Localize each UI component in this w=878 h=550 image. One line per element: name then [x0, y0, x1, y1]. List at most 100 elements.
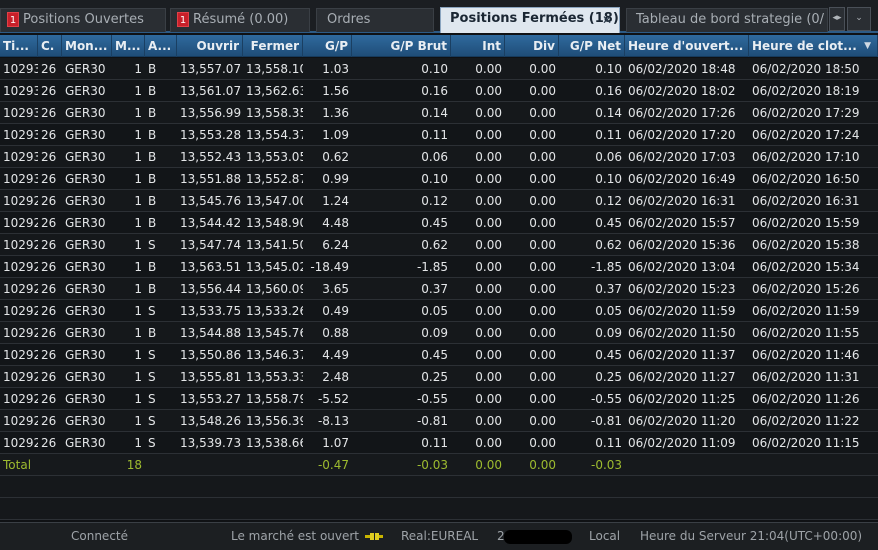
cell-gp-brut: 0.45 [421, 348, 448, 362]
cell-div: 0.00 [529, 194, 556, 208]
col-monnaie[interactable]: Mon... [62, 35, 112, 57]
cell-gp-net: 0.12 [595, 194, 622, 208]
cell-ticket: 10292 [3, 194, 38, 208]
cell-compte: 26 [41, 370, 57, 384]
cell-heure-cloture: 06/02/2020 15:38 [752, 238, 860, 252]
total-int: 0.00 [475, 458, 502, 472]
status-bar: Connecté Le marché est ouvert Real:EUREA… [0, 522, 878, 550]
cell-gp-brut: -0.55 [416, 392, 448, 406]
tab-label: Ordres [327, 12, 371, 27]
cell-ticket: 10293 [3, 62, 38, 76]
cell-fermer: 13,538.66 [246, 436, 303, 450]
cell-gp-net: 0.05 [595, 304, 622, 318]
cell-heure-cloture: 06/02/2020 17:24 [752, 128, 860, 142]
table-row[interactable]: 10292 26 GER30 1 S 13,555.81 13,553.33 2.48 0.25… [0, 366, 878, 388]
table-row[interactable]: 10292 26 GER30 1 S 13,539.73 13,538.66 1.07 0.11… [0, 432, 878, 454]
cell-fermer: 13,545.76 [246, 326, 303, 340]
tab-ordres[interactable]: Ordres [316, 8, 434, 32]
cell-compte: 26 [41, 128, 57, 142]
cell-heure-ouverture: 06/02/2020 11:50 [628, 326, 736, 340]
col-ticket[interactable]: Ti... [0, 35, 38, 57]
market-status: Le marché est ouvert [231, 529, 360, 543]
table-row[interactable]: 10293 26 GER30 1 B 13,556.99 13,558.35 1.36 0.14… [0, 102, 878, 124]
cell-gp-brut: 0.12 [421, 194, 448, 208]
sort-down-icon: ▼ [864, 41, 871, 51]
cell-montant: 1 [134, 282, 142, 296]
col-gp-net[interactable]: G/P Net [559, 35, 625, 57]
cell-fermer: 13,548.90 [246, 216, 303, 230]
chevron-down-icon[interactable]: ⌄ [847, 7, 871, 31]
cell-compte: 26 [41, 436, 57, 450]
table-row[interactable]: 10293 26 GER30 1 B 13,561.07 13,562.63 1.56 0.16… [0, 80, 878, 102]
positions-window: 1 Positions Ouvertes 1 Résumé (0.00) Ordre… [0, 0, 878, 550]
tab-bar: 1 Positions Ouvertes 1 Résumé (0.00) Ordre… [0, 0, 878, 33]
tab-positions-fermees[interactable]: Positions Fermées (18) ✕ [440, 7, 620, 33]
cell-div: 0.00 [529, 282, 556, 296]
table-row[interactable]: 10292 26 GER30 1 S 13,553.27 13,558.79 -5.52 -0.… [0, 388, 878, 410]
col-gp[interactable]: G/P [303, 35, 352, 57]
cell-monnaie: GER30 [65, 260, 106, 274]
cell-gp: 2.48 [322, 370, 349, 384]
alert-badge: 1 [7, 12, 19, 27]
empty-row [0, 498, 878, 520]
table-row[interactable]: 10292 26 GER30 1 S 13,550.86 13,546.37 4.49 0.45… [0, 344, 878, 366]
cell-achat-vente: B [148, 194, 157, 208]
col-int[interactable]: Int [451, 35, 505, 57]
cell-gp: 1.09 [322, 128, 349, 142]
cell-montant: 1 [134, 238, 142, 252]
cell-gp-net: 0.37 [595, 282, 622, 296]
cell-gp-net: 0.25 [595, 370, 622, 384]
chevron-left-right-icon[interactable]: ◂▸ [829, 7, 845, 31]
col-achat-vente[interactable]: A... [145, 35, 177, 57]
cell-div: 0.00 [529, 304, 556, 318]
cell-gp: -18.49 [310, 260, 349, 274]
close-icon[interactable]: ✕ [599, 12, 615, 28]
cell-montant: 1 [134, 84, 142, 98]
cell-heure-cloture: 06/02/2020 11:22 [752, 414, 860, 428]
col-fermer[interactable]: Fermer [243, 35, 303, 57]
cell-heure-ouverture: 06/02/2020 16:31 [628, 194, 736, 208]
cell-int: 0.00 [475, 414, 502, 428]
cell-fermer: 13,547.00 [246, 194, 303, 208]
cell-fermer: 13,562.63 [246, 84, 303, 98]
table-row[interactable]: 10292 26 GER30 1 B 13,545.76 13,547.00 1.24 0.12… [0, 190, 878, 212]
col-heure-cloture[interactable]: Heure de clot... ▼ [749, 35, 878, 57]
cell-montant: 1 [134, 172, 142, 186]
col-heure-ouverture[interactable]: Heure d'ouvert... [625, 35, 749, 57]
table-row[interactable]: 10292 26 GER30 1 S 13,533.75 13,533.26 0.49 0.05… [0, 300, 878, 322]
table-row[interactable]: 10292 26 GER30 1 S 13,547.74 13,541.50 6.24 0.62… [0, 234, 878, 256]
col-ouvrir[interactable]: Ouvrir [177, 35, 243, 57]
cell-compte: 26 [41, 238, 57, 252]
table-row[interactable]: 10293 26 GER30 1 B 13,552.43 13,553.05 0.62 0.06… [0, 146, 878, 168]
cell-monnaie: GER30 [65, 216, 106, 230]
cell-montant: 1 [134, 62, 142, 76]
table-row[interactable]: 10292 26 GER30 1 B 13,556.44 13,560.09 3.65 0.37… [0, 278, 878, 300]
total-qty: 18 [126, 458, 142, 472]
col-compte[interactable]: C. [38, 35, 62, 57]
col-gp-brut[interactable]: G/P Brut [352, 35, 451, 57]
tab-positions-ouvertes[interactable]: 1 Positions Ouvertes [0, 8, 166, 32]
table-row[interactable]: 10292 26 GER30 1 B 13,544.88 13,545.76 0.88 0.09… [0, 322, 878, 344]
cell-ticket: 10292 [3, 304, 38, 318]
tab-resume[interactable]: 1 Résumé (0.00) [170, 8, 310, 32]
cell-gp-brut: 0.37 [421, 282, 448, 296]
table-row[interactable]: 10292 26 GER30 1 B 13,544.42 13,548.90 4.48 0.45… [0, 212, 878, 234]
col-div[interactable]: Div [505, 35, 559, 57]
table-row[interactable]: 10292 26 GER30 1 B 13,563.51 13,545.02 -18.49 -1… [0, 256, 878, 278]
cell-gp-brut: 0.14 [421, 106, 448, 120]
cell-heure-ouverture: 06/02/2020 13:04 [628, 260, 736, 274]
cell-int: 0.00 [475, 370, 502, 384]
table-row[interactable]: 10293 26 GER30 1 B 13,557.07 13,558.10 1.03 0.10… [0, 58, 878, 80]
cell-heure-ouverture: 06/02/2020 11:37 [628, 348, 736, 362]
cell-achat-vente: S [148, 436, 156, 450]
col-montant[interactable]: M... [112, 35, 145, 57]
cell-gp: 1.07 [322, 436, 349, 450]
cell-div: 0.00 [529, 326, 556, 340]
table-row[interactable]: 10293 26 GER30 1 B 13,553.28 13,554.37 1.09 0.11… [0, 124, 878, 146]
cell-int: 0.00 [475, 326, 502, 340]
cell-int: 0.00 [475, 106, 502, 120]
cell-heure-cloture: 06/02/2020 15:59 [752, 216, 860, 230]
tab-tableau-de-bord[interactable]: Tableau de bord strategie (0/ [626, 8, 828, 32]
table-row[interactable]: 10292 26 GER30 1 S 13,548.26 13,556.39 -8.13 -0.… [0, 410, 878, 432]
table-row[interactable]: 10293 26 GER30 1 B 13,551.88 13,552.87 0.99 0.10… [0, 168, 878, 190]
